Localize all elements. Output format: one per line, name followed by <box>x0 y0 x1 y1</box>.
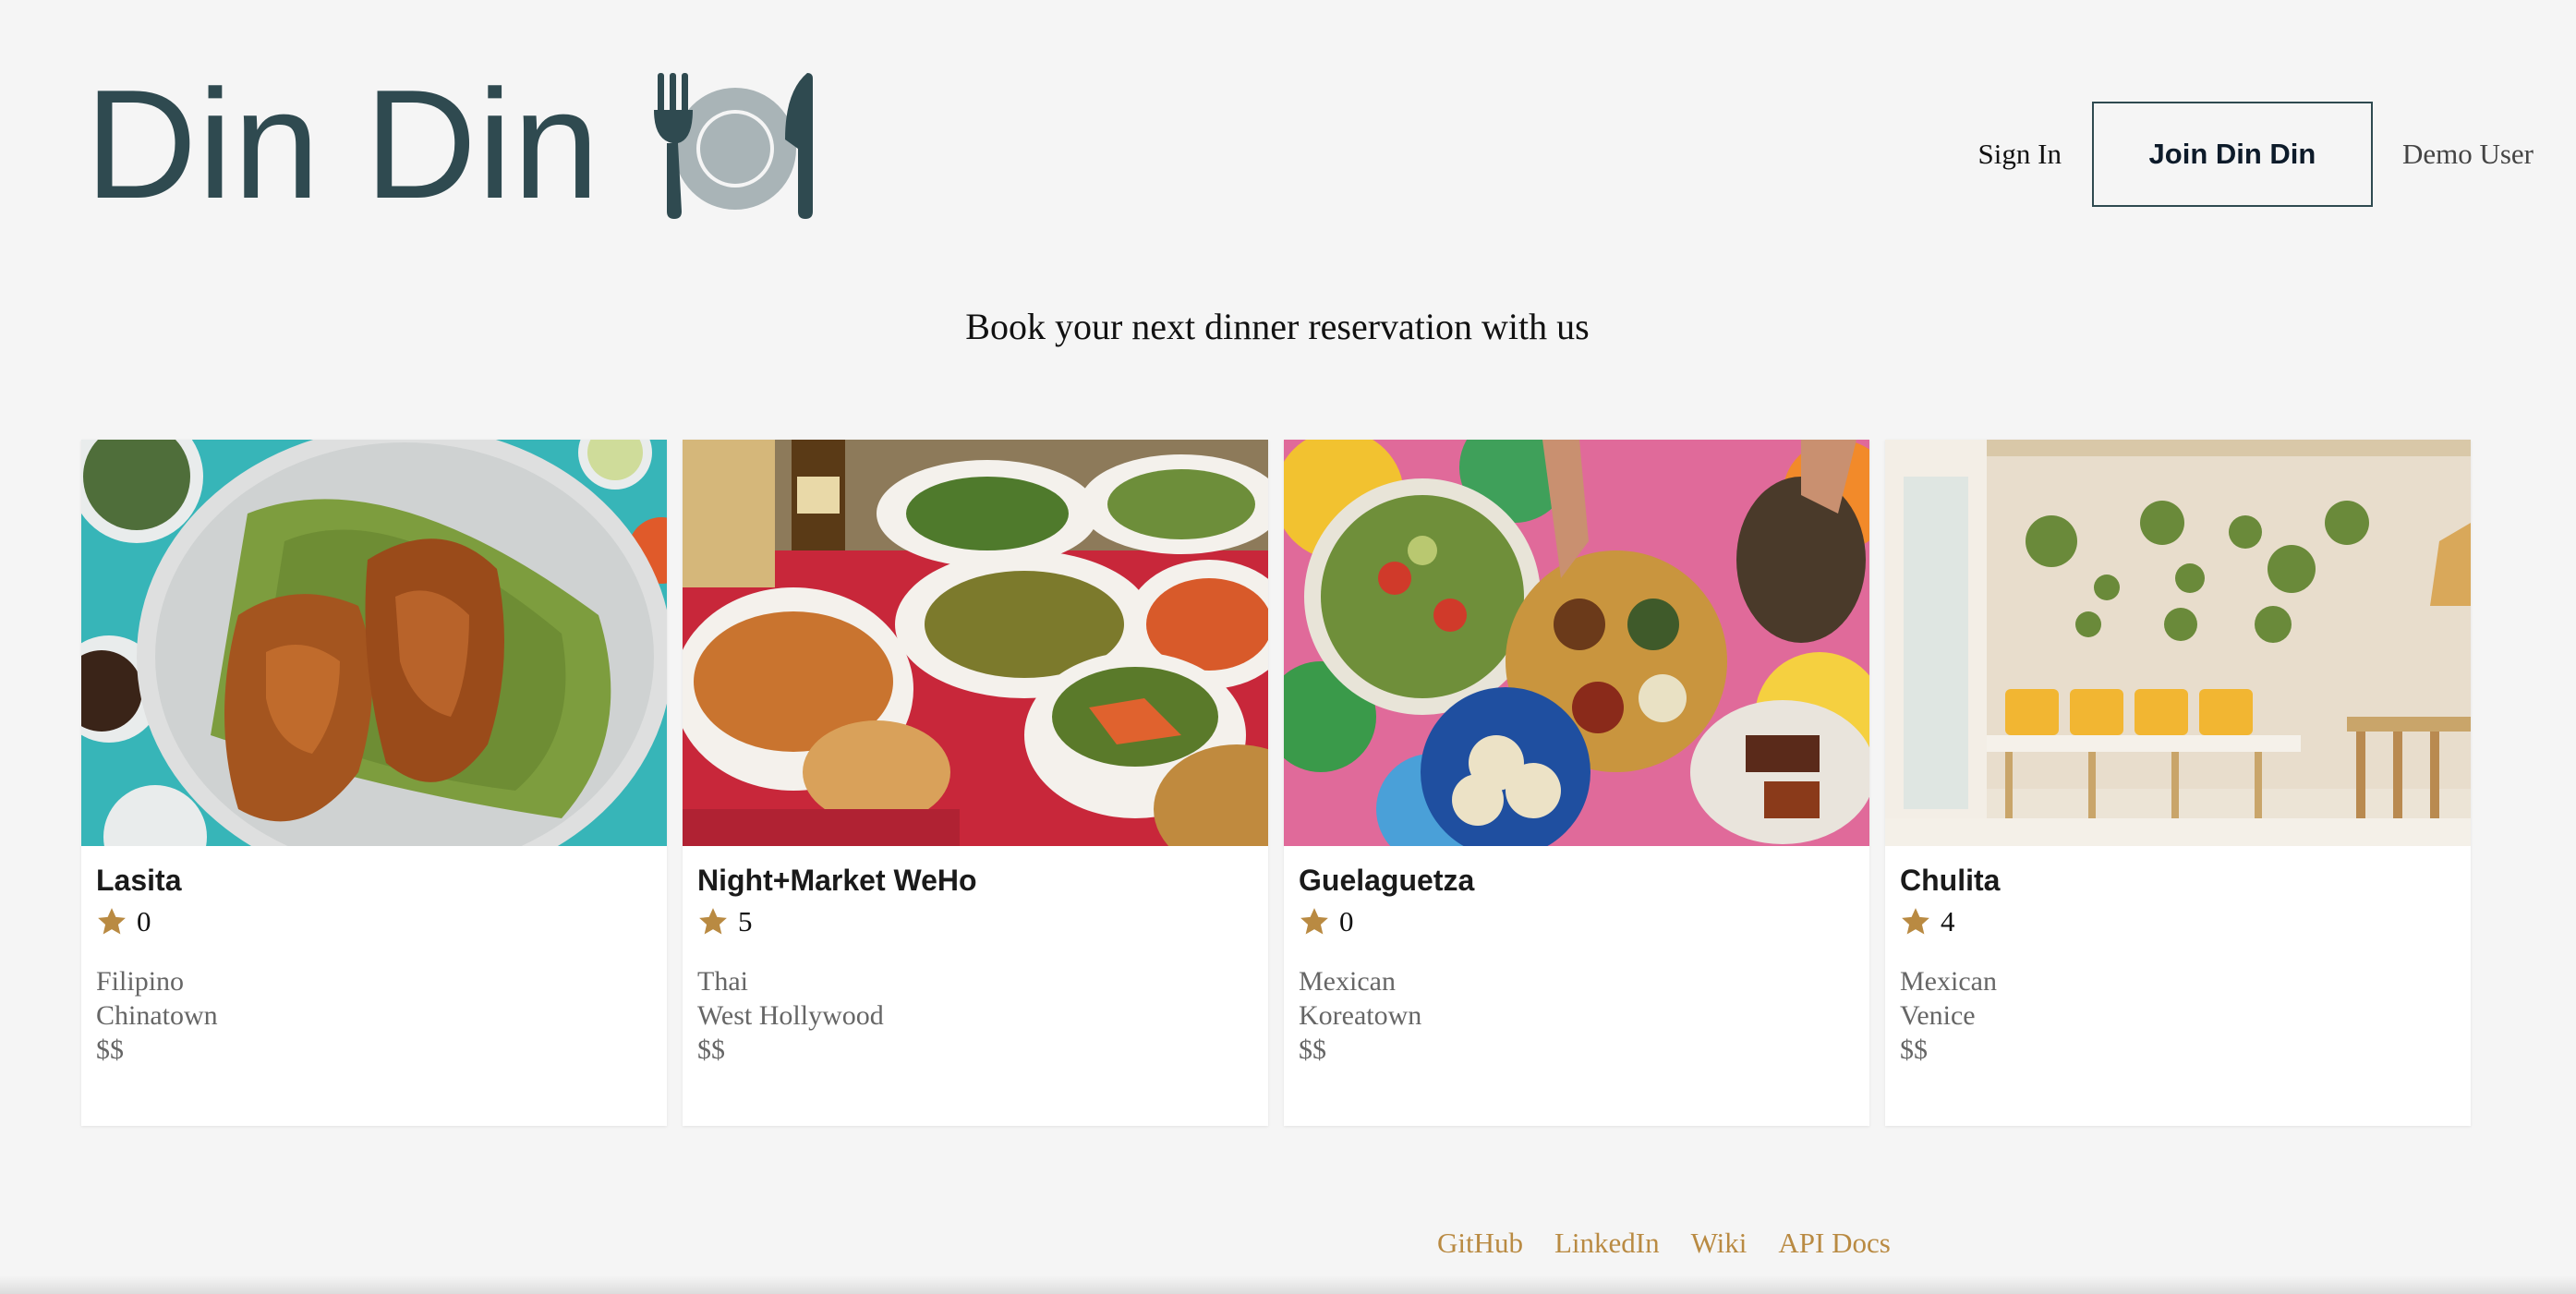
restaurant-card-lasita[interactable]: Lasita 0 Filipino Chinatown $$ <box>81 440 667 1126</box>
restaurant-neighborhood: Koreatown <box>1299 1000 1422 1032</box>
restaurant-name: Chulita <box>1900 864 2001 897</box>
github-link[interactable]: GitHub <box>1437 1227 1523 1260</box>
api-docs-link[interactable]: API Docs <box>1778 1227 1890 1260</box>
restaurant-details: Thai West Hollywood $$ <box>697 964 1253 1067</box>
footer-links: GitHub LinkedIn Wiki API Docs <box>1437 1227 1891 1260</box>
restaurant-details: Mexican Venice $$ <box>1900 964 2456 1067</box>
restaurant-neighborhood: Chinatown <box>96 1000 218 1032</box>
restaurant-name: Guelaguetza <box>1299 864 1475 897</box>
rating: 0 <box>1299 905 1855 938</box>
star-icon <box>1300 908 1328 935</box>
rating: 0 <box>96 905 652 938</box>
restaurant-price: $$ <box>697 1034 725 1066</box>
star-icon <box>1902 908 1929 935</box>
rating: 5 <box>697 905 1253 938</box>
restaurant-card-guelaguetza[interactable]: Guelaguetza 0 Mexican Koreatown $$ <box>1284 440 1869 1126</box>
join-button[interactable]: Join Din Din <box>2091 102 2373 207</box>
mexican-feast-photo <box>1284 440 1869 846</box>
restaurant-card-night-market-weho[interactable]: Night+Market WeHo 5 Thai West Hollywood … <box>683 440 1268 1126</box>
restaurant-neighborhood: Venice <box>1900 1000 1976 1032</box>
brand-name: Din Din <box>85 57 600 231</box>
rating-value: 5 <box>738 905 753 938</box>
restaurant-name: Night+Market WeHo <box>697 864 977 897</box>
demo-user-link[interactable]: Demo User <box>2402 138 2534 171</box>
restaurant-neighborhood: West Hollywood <box>697 1000 884 1032</box>
rating-value: 4 <box>1941 905 1955 938</box>
header: Din Din Sign In Join Din Din Demo User <box>0 0 2576 259</box>
wiki-link[interactable]: Wiki <box>1691 1227 1748 1260</box>
logo-link[interactable]: Din Din <box>85 67 829 222</box>
window-bottom-shadow <box>0 1276 2576 1294</box>
thai-dishes-photo <box>683 440 1268 846</box>
restaurant-details: Filipino Chinatown $$ <box>96 964 652 1067</box>
restaurant-name: Lasita <box>96 864 182 897</box>
linkedin-link[interactable]: LinkedIn <box>1554 1227 1660 1260</box>
restaurant-price: $$ <box>96 1034 124 1066</box>
restaurant-list: Lasita 0 Filipino Chinatown $$ Night+Mar… <box>81 440 2471 1126</box>
star-icon <box>699 908 727 935</box>
restaurant-cuisine: Mexican <box>1900 966 1997 998</box>
tagline: Book your next dinner reservation with u… <box>965 306 1590 347</box>
restaurant-price: $$ <box>1299 1034 1326 1066</box>
star-icon <box>98 908 126 935</box>
sign-in-link[interactable]: Sign In <box>1978 138 2062 171</box>
restaurant-cuisine: Thai <box>697 966 748 998</box>
roasted-chicken-photo <box>81 440 667 846</box>
restaurant-details: Mexican Koreatown $$ <box>1299 964 1855 1067</box>
restaurant-card-chulita[interactable]: Chulita 4 Mexican Venice $$ <box>1885 440 2471 1126</box>
restaurant-cuisine: Filipino <box>96 966 185 998</box>
restaurant-interior-photo <box>1885 440 2471 846</box>
restaurant-price: $$ <box>1900 1034 1928 1066</box>
restaurant-cuisine: Mexican <box>1299 966 1396 998</box>
rating-value: 0 <box>137 905 151 938</box>
fork-plate-knife-icon <box>653 73 813 219</box>
rating: 4 <box>1900 905 2456 938</box>
rating-value: 0 <box>1339 905 1354 938</box>
top-nav: Sign In Join Din Din Demo User <box>1978 102 2534 207</box>
